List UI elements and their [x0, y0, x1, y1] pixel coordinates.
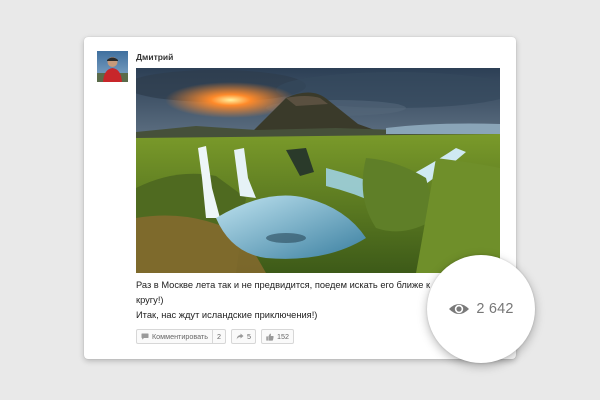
comment-count-value: 2: [216, 332, 221, 341]
post-text-line: кругу!): [136, 295, 164, 305]
avatar[interactable]: [97, 51, 128, 82]
post-actions: Комментировать 2 5 152: [136, 329, 294, 344]
comment-button[interactable]: Комментировать 2: [136, 329, 226, 344]
speech-bubble-icon: [141, 333, 149, 340]
avatar-picture: [97, 51, 128, 82]
share-button[interactable]: 5: [230, 329, 256, 344]
like-button-main[interactable]: 152: [262, 330, 293, 343]
share-count-value: 5: [246, 332, 251, 341]
post-text-line: Итак, нас ждут исландские приключения!): [136, 310, 318, 320]
share-arrow-icon: [236, 333, 244, 340]
post-text-line: Раз в Москве лета так и не предвидится, …: [136, 280, 431, 290]
like-count-value: 152: [276, 332, 289, 341]
views-count: 2 642: [476, 301, 514, 317]
post-text: Раз в Москве лета так и не предвидится, …: [136, 278, 446, 323]
comment-count[interactable]: 2: [213, 330, 225, 343]
like-button[interactable]: 152: [260, 329, 294, 344]
stage: Дмитрий Раз в Москве лета так и не предв…: [0, 0, 600, 400]
share-button-main[interactable]: 5: [232, 330, 255, 343]
eye-icon: [449, 304, 470, 314]
thumbs-up-icon: [266, 333, 274, 341]
post-photo[interactable]: [136, 68, 500, 273]
comment-label: Комментировать: [152, 332, 208, 341]
comment-button-main[interactable]: Комментировать: [137, 330, 212, 343]
views-magnifier: 2 642: [427, 255, 535, 363]
author-name[interactable]: Дмитрий: [136, 52, 173, 62]
landscape-photo: [136, 68, 500, 273]
